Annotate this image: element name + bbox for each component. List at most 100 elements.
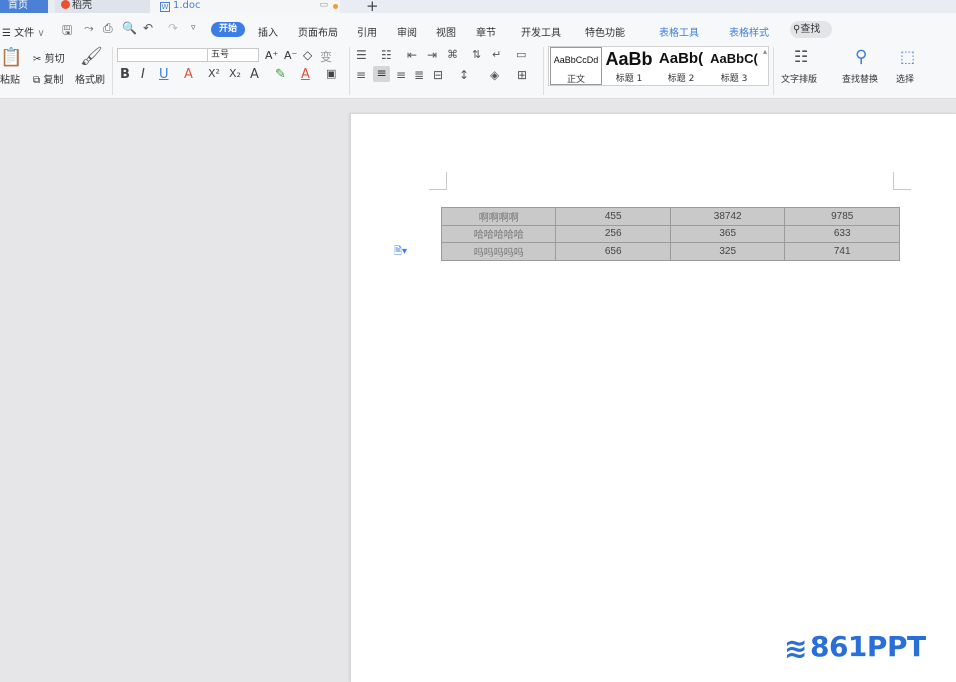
style-name: 正文 bbox=[566, 75, 585, 85]
cut-label: 剪切 bbox=[44, 54, 65, 65]
distribute-icon[interactable]: ⊟ bbox=[433, 68, 443, 82]
tab-document[interactable]: W 1.doc ▭ bbox=[150, 0, 340, 13]
pin-icon[interactable]: ▭ bbox=[319, 0, 328, 11]
copy-icon: ⧉ bbox=[33, 75, 41, 86]
tab-page-layout[interactable]: 页面布局 bbox=[298, 24, 338, 39]
table-lines-icon[interactable]: ▭ bbox=[516, 48, 526, 61]
tab-review[interactable]: 审阅 bbox=[397, 24, 417, 39]
grow-font-button[interactable]: A⁺ bbox=[265, 49, 278, 62]
save-icon[interactable]: 🖫 bbox=[62, 21, 72, 42]
style-heading-1[interactable]: AaBb 标题 1 bbox=[604, 47, 654, 85]
table-row: 吗吗吗吗吗 656 325 741 bbox=[440, 242, 900, 261]
tab-chapter[interactable]: 章节 bbox=[476, 24, 496, 39]
clear-format-icon[interactable]: ◇ bbox=[303, 48, 312, 62]
tab-view[interactable]: 视图 bbox=[436, 24, 456, 39]
numbering-icon[interactable]: ☷ bbox=[381, 48, 392, 62]
customize-qa-icon[interactable]: ▿ bbox=[191, 23, 196, 33]
phonetic-icon[interactable]: 变 bbox=[320, 48, 332, 65]
borders-icon[interactable]: ⊞ bbox=[517, 68, 527, 82]
cut-button[interactable]: ✂ 剪切 bbox=[33, 50, 65, 65]
tab-table-style[interactable]: 表格样式 bbox=[729, 24, 769, 39]
bullets-icon[interactable]: ☰ bbox=[356, 48, 367, 62]
print-icon[interactable]: ⎙ bbox=[103, 21, 113, 36]
increase-indent-icon[interactable]: ⇥ bbox=[427, 48, 437, 62]
align-right-icon[interactable]: ≡ bbox=[396, 68, 406, 82]
file-menu[interactable]: ☰ 文件 ∨ bbox=[2, 24, 45, 39]
format-painter-icon[interactable]: 🖌 bbox=[80, 46, 103, 67]
table-row: 啊啊啊啊 455 38742 9785 bbox=[440, 207, 900, 226]
find-icon[interactable]: ⚲ bbox=[855, 47, 867, 67]
underline-button[interactable]: U bbox=[159, 67, 169, 82]
watermark-logo: ≋ 861PPT bbox=[784, 630, 926, 665]
gallery-scroll-icon[interactable]: ▴ bbox=[763, 47, 767, 56]
align-left-icon[interactable]: ≡ bbox=[356, 68, 366, 82]
table-cell[interactable]: 9785 bbox=[784, 207, 900, 226]
line-spacing-icon[interactable]: ↕ bbox=[459, 68, 469, 82]
justify-icon[interactable]: ≣ bbox=[414, 68, 424, 82]
ribbon: ☰ 文件 ∨ 🖫 ⤳ ⎙ 🔍 ↶ ↷ ▿ 开始 插入 页面布局 引用 审阅 视图… bbox=[0, 13, 956, 99]
paste-button[interactable]: 粘贴 bbox=[0, 71, 20, 86]
margin-marker bbox=[893, 172, 911, 190]
table-cell[interactable]: 256 bbox=[555, 224, 671, 243]
font-name-select[interactable] bbox=[117, 48, 209, 62]
paste-icon[interactable]: 📋 bbox=[0, 47, 22, 68]
style-sample: AaBb( bbox=[658, 50, 704, 67]
print-preview-icon[interactable]: 🔍 bbox=[122, 21, 137, 35]
show-marks-icon[interactable]: ↵ bbox=[492, 48, 501, 61]
table-cell[interactable]: 吗吗吗吗吗 bbox=[440, 242, 557, 261]
data-table[interactable]: 啊啊啊啊 455 38742 9785 哈哈哈哈哈 256 365 633 吗吗… bbox=[440, 207, 900, 261]
table-cell[interactable]: 633 bbox=[784, 224, 900, 243]
font-color-button[interactable]: A bbox=[301, 67, 310, 82]
align-center-icon[interactable]: ≡ bbox=[373, 66, 390, 82]
style-normal[interactable]: AaBbCcDd 正文 bbox=[550, 47, 602, 85]
table-row: 哈哈哈哈哈 256 365 633 bbox=[440, 224, 900, 243]
decrease-indent-icon[interactable]: ⇤ bbox=[407, 48, 417, 62]
shading-icon[interactable]: ◈ bbox=[490, 68, 499, 82]
format-painter-button[interactable]: 格式刷 bbox=[75, 71, 105, 86]
redo-icon[interactable]: ↷ bbox=[168, 21, 178, 35]
tab-developer[interactable]: 开发工具 bbox=[521, 24, 561, 39]
find-replace-button[interactable]: 查找替换 bbox=[842, 72, 878, 85]
bold-button[interactable]: B bbox=[120, 67, 130, 82]
select-button[interactable]: 选择 bbox=[896, 72, 914, 85]
table-cell[interactable]: 365 bbox=[669, 224, 786, 243]
strikethrough-button[interactable]: A bbox=[184, 67, 193, 82]
tab-home[interactable]: 首页 bbox=[0, 0, 48, 13]
tab-special[interactable]: 特色功能 bbox=[585, 24, 625, 39]
char-border-icon[interactable]: ▣ bbox=[326, 67, 336, 80]
table-cell[interactable]: 741 bbox=[784, 242, 900, 261]
undo-icon[interactable]: ↶ bbox=[143, 21, 153, 35]
style-heading-3[interactable]: AaBbC( 标题 3 bbox=[708, 47, 760, 85]
highlight-icon[interactable]: ✎ bbox=[275, 67, 286, 82]
subscript-button[interactable]: X₂ bbox=[229, 67, 241, 80]
table-cell[interactable]: 656 bbox=[555, 242, 671, 261]
style-name: 标题 1 bbox=[615, 74, 643, 84]
chinese-layout-icon[interactable]: ⌘ bbox=[447, 48, 458, 61]
output-icon[interactable]: ⤳ bbox=[84, 21, 94, 36]
tab-insert[interactable]: 插入 bbox=[258, 24, 278, 39]
shrink-font-button[interactable]: A⁻ bbox=[284, 49, 297, 62]
table-cell[interactable]: 455 bbox=[555, 207, 671, 226]
text-layout-icon[interactable]: ☷ bbox=[794, 47, 808, 66]
table-cell[interactable]: 哈哈哈哈哈 bbox=[440, 224, 557, 243]
sort-icon[interactable]: ⇅ bbox=[472, 48, 481, 61]
tab-start[interactable]: 开始 bbox=[211, 22, 245, 37]
search-button[interactable]: ⚲查找 bbox=[790, 21, 832, 38]
tab-daoke[interactable]: 稻壳 bbox=[55, 0, 150, 13]
table-cell[interactable]: 啊啊啊啊 bbox=[440, 207, 557, 226]
tab-table-tools[interactable]: 表格工具 bbox=[659, 24, 699, 39]
superscript-button[interactable]: X² bbox=[208, 67, 220, 80]
font-size-select[interactable]: 五号 bbox=[207, 48, 259, 62]
style-heading-2[interactable]: AaBb( 标题 2 bbox=[655, 47, 707, 85]
text-layout-button[interactable]: 文字排版 bbox=[781, 72, 817, 85]
table-paste-options-icon[interactable]: 🗎▾ bbox=[394, 244, 407, 261]
margin-marker bbox=[429, 172, 447, 190]
select-icon[interactable]: ⬚ bbox=[900, 47, 915, 66]
italic-button[interactable]: I bbox=[141, 67, 145, 82]
table-cell[interactable]: 325 bbox=[669, 242, 786, 261]
tab-references[interactable]: 引用 bbox=[357, 24, 377, 39]
text-effect-button[interactable]: A bbox=[250, 67, 259, 82]
table-cell[interactable]: 38742 bbox=[669, 207, 786, 226]
document-page[interactable] bbox=[350, 113, 956, 682]
copy-button[interactable]: ⧉ 复制 bbox=[33, 71, 63, 86]
